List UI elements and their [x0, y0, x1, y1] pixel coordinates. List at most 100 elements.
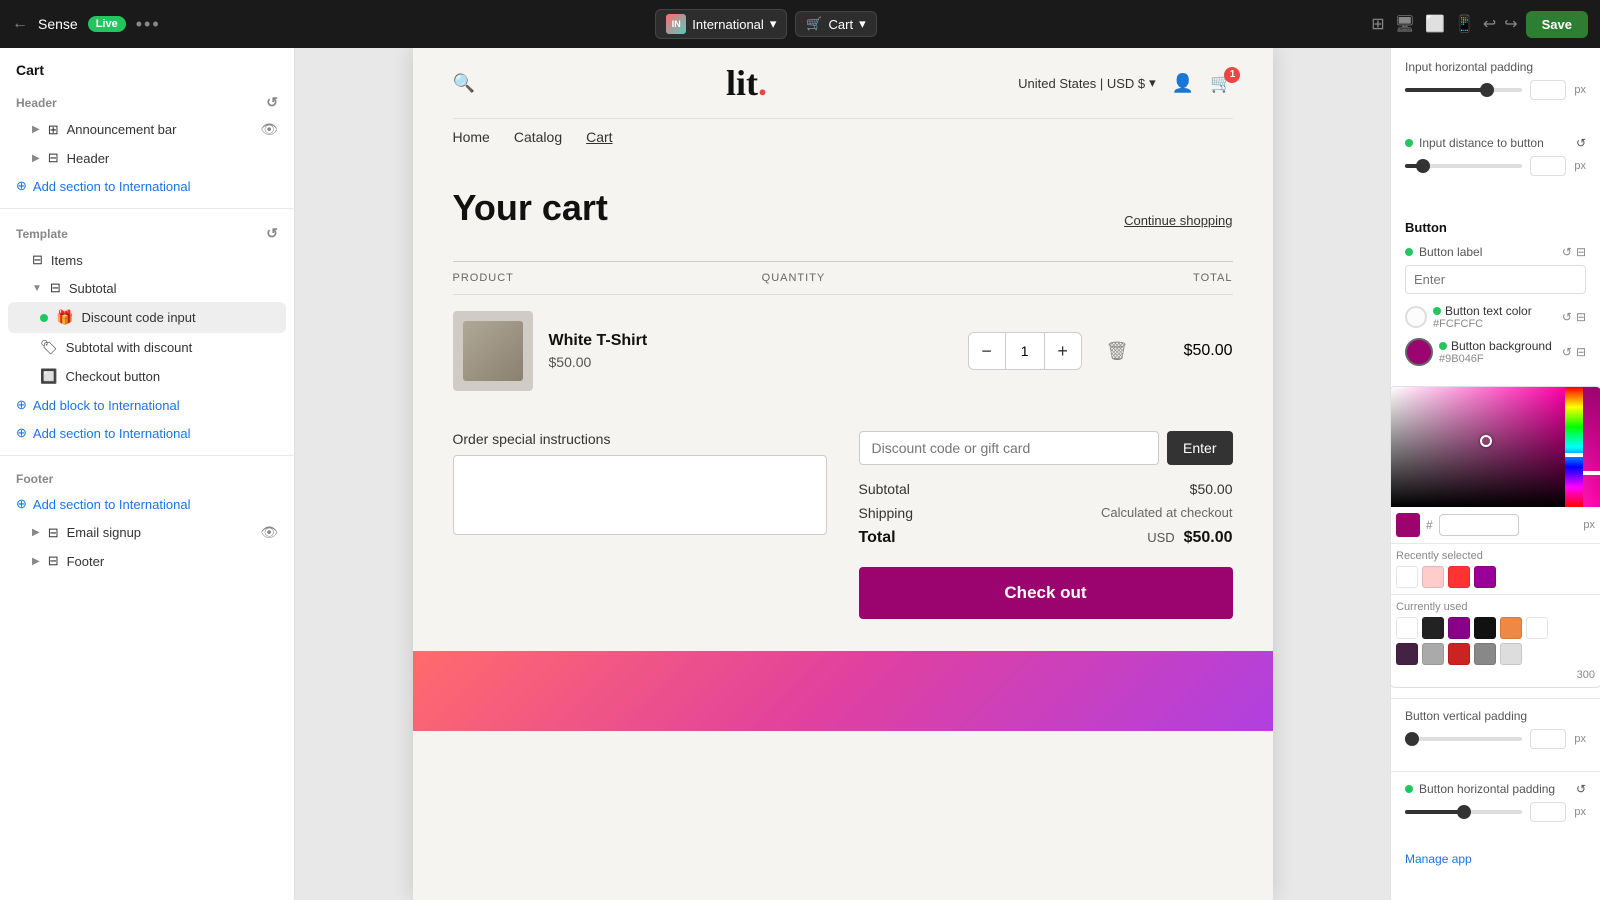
add-section-international-footer[interactable]: ⊕ Add section to International — [8, 490, 286, 518]
undo-button[interactable]: ↩ — [1483, 14, 1496, 34]
btn-label-copy-icon[interactable]: ⊟ — [1576, 245, 1586, 259]
tablet-icon[interactable]: ⬜ — [1425, 14, 1445, 34]
nav-catalog[interactable]: Catalog — [514, 129, 562, 145]
cart-delete-button[interactable]: 🗑 — [1098, 341, 1137, 362]
distance-slider-thumb[interactable] — [1416, 159, 1430, 173]
cart-instructions-textarea[interactable] — [453, 455, 827, 535]
current-swatch-2[interactable] — [1422, 617, 1444, 639]
items-label: Items — [51, 253, 83, 268]
desktop-icon[interactable]: 🖥 — [1395, 14, 1415, 34]
bg-color-reset-icon[interactable]: ↺ — [1562, 345, 1572, 359]
sidebar-item-checkout-button[interactable]: 🔲 Checkout button — [8, 362, 286, 391]
color-picker[interactable]: # 9B046F px Recently selected Currently … — [1390, 386, 1600, 688]
text-color-reset-icon[interactable]: ↺ — [1562, 310, 1572, 324]
gradient-cursor[interactable] — [1480, 435, 1492, 447]
store-cart-icon[interactable]: 🛒 1 — [1210, 73, 1232, 94]
add-section-footer-label: Add section to International — [33, 497, 191, 512]
email-eye-icon[interactable]: 👁 — [260, 524, 278, 541]
hue-bar[interactable] — [1565, 387, 1583, 507]
current-swatch-5[interactable] — [1500, 617, 1522, 639]
btn-vertical-padding-slider[interactable] — [1405, 737, 1522, 741]
store-search-icon[interactable]: 🔍 — [453, 73, 475, 94]
cart-selector[interactable]: 🛒 Cart ▾ — [795, 11, 876, 37]
store-locale-selector[interactable]: United States | USD $ ▾ — [1018, 75, 1155, 91]
sidebar-item-footer[interactable]: ▶ ⊟ Footer — [8, 547, 286, 575]
btn-horiz-reset-icon[interactable]: ↺ — [1576, 782, 1586, 796]
input-distance-value[interactable]: 6 — [1530, 156, 1566, 176]
subtotal-line-label: Subtotal — [859, 481, 910, 497]
button-text-color-swatch[interactable] — [1405, 306, 1427, 328]
color-icons: ↺ ⊟ — [1562, 310, 1586, 324]
mobile-icon[interactable]: 📱 — [1455, 14, 1475, 34]
slider-thumb[interactable] — [1480, 83, 1494, 97]
button-label-input[interactable] — [1405, 265, 1586, 294]
current-swatch-6[interactable] — [1526, 617, 1548, 639]
hex-color-swatch[interactable] — [1396, 513, 1420, 537]
input-distance-slider[interactable] — [1405, 164, 1522, 168]
locale-selector[interactable]: IN International ▾ — [655, 9, 787, 39]
qty-decrease-button[interactable]: − — [969, 333, 1005, 369]
alpha-bar[interactable] — [1583, 387, 1600, 507]
current-swatch-10[interactable] — [1474, 643, 1496, 665]
input-padding-slider[interactable] — [1405, 88, 1522, 92]
template-reset-icon[interactable]: ↺ — [266, 225, 278, 242]
nav-cart[interactable]: Cart — [586, 129, 612, 145]
sidebar-item-email-signup[interactable]: ▶ ⊟ Email signup 👁 — [8, 518, 286, 547]
gradient-inner[interactable] — [1390, 387, 1565, 507]
btn-horiz-thumb[interactable] — [1457, 805, 1471, 819]
back-button[interactable]: ← — [12, 15, 28, 33]
header-reset-icon[interactable]: ↺ — [266, 94, 278, 111]
current-swatch-1[interactable] — [1396, 617, 1418, 639]
btn-horizontal-padding-slider[interactable] — [1405, 810, 1522, 814]
button-bg-color-swatch[interactable] — [1405, 338, 1433, 366]
recent-swatch-4[interactable] — [1474, 566, 1496, 588]
current-swatch-8[interactable] — [1422, 643, 1444, 665]
gradient-box[interactable] — [1390, 387, 1600, 507]
sidebar-item-subtotal-discount[interactable]: 🏷 Subtotal with discount — [8, 333, 286, 362]
current-swatch-11[interactable] — [1500, 643, 1522, 665]
add-section-international-1[interactable]: ⊕ Add section to International — [8, 172, 286, 200]
add-block-international[interactable]: ⊕ Add block to International — [8, 391, 286, 419]
chevron-down-icon: ▼ — [32, 283, 42, 294]
qty-increase-button[interactable]: + — [1045, 333, 1081, 369]
sidebar-item-items[interactable]: ⊟ Items — [8, 246, 286, 274]
btn-vertical-padding-value[interactable]: 0 — [1530, 729, 1566, 749]
nav-home[interactable]: Home — [453, 129, 490, 145]
input-padding-value[interactable]: 11 — [1530, 80, 1566, 100]
store-user-icon[interactable]: 👤 — [1172, 73, 1194, 94]
manage-app-link[interactable]: Manage app — [1391, 844, 1600, 874]
current-swatch-9[interactable] — [1448, 643, 1470, 665]
recent-swatch-2[interactable] — [1422, 566, 1444, 588]
more-menu-button[interactable]: ••• — [136, 14, 161, 35]
subtotal-line: Subtotal $50.00 — [859, 481, 1233, 497]
redo-button[interactable]: ↪ — [1504, 14, 1517, 34]
continue-shopping-link[interactable]: Continue shopping — [1124, 213, 1232, 228]
topbar-left: ← Sense Live ••• — [12, 14, 161, 35]
eye-icon[interactable]: 👁 — [260, 121, 278, 138]
customize-icon[interactable]: ⊞ — [1371, 14, 1384, 34]
current-swatch-3[interactable] — [1448, 617, 1470, 639]
bg-color-copy-icon[interactable]: ⊟ — [1576, 345, 1586, 359]
recent-swatch-1[interactable] — [1396, 566, 1418, 588]
current-swatch-7[interactable] — [1396, 643, 1418, 665]
sidebar-item-announcement[interactable]: ▶ ⊞ Announcement bar 👁 — [8, 115, 286, 144]
sidebar-item-subtotal[interactable]: ▼ ⊟ Subtotal — [8, 274, 286, 302]
discount-enter-button[interactable]: Enter — [1167, 431, 1232, 465]
current-swatch-4[interactable] — [1474, 617, 1496, 639]
checkout-button[interactable]: Check out — [859, 567, 1233, 619]
cart-quantity-control[interactable]: − + — [968, 332, 1082, 370]
save-button[interactable]: Save — [1526, 11, 1588, 38]
recent-swatch-3[interactable] — [1448, 566, 1470, 588]
sidebar-item-header[interactable]: ▶ ⊟ Header — [8, 144, 286, 172]
text-color-copy-icon[interactable]: ⊟ — [1576, 310, 1586, 324]
btn-horizontal-padding-value[interactable]: 16 — [1530, 802, 1566, 822]
sidebar-item-discount-code[interactable]: 🎁 Discount code input — [8, 302, 286, 333]
add-section-international-2[interactable]: ⊕ Add section to International — [8, 419, 286, 447]
btn-label-reset-icon[interactable]: ↺ — [1562, 245, 1572, 259]
qty-input[interactable] — [1005, 333, 1045, 369]
discount-code-input[interactable] — [859, 431, 1160, 465]
distance-reset-icon[interactable]: ↺ — [1576, 136, 1586, 150]
btn-vert-thumb[interactable] — [1405, 732, 1419, 746]
button-text-color-hex: #FCFCFC — [1433, 318, 1562, 330]
hex-color-input[interactable]: 9B046F — [1439, 514, 1519, 536]
